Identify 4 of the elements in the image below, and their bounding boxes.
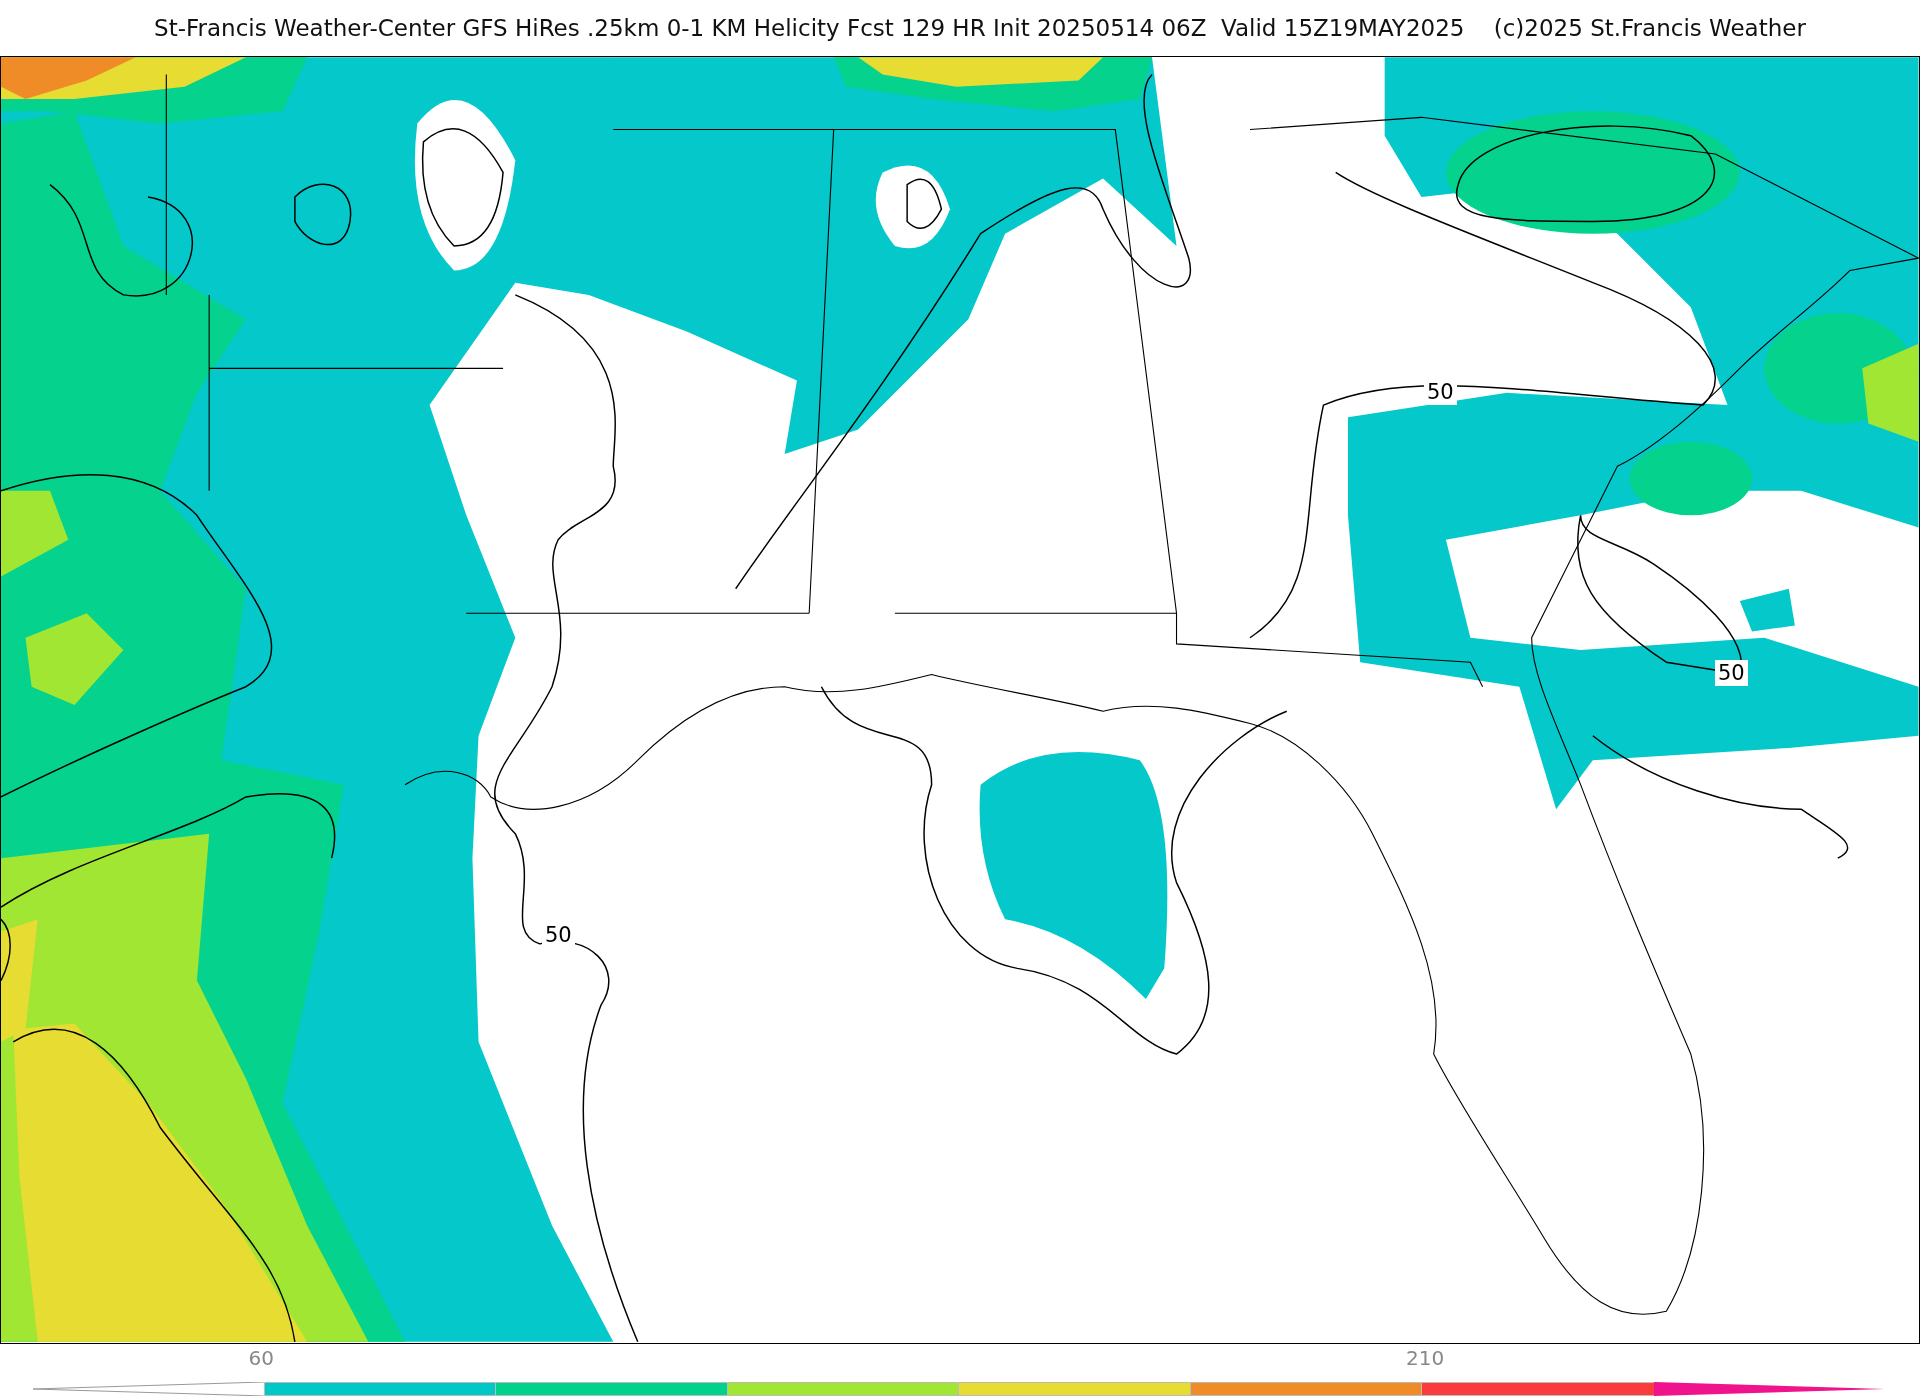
tick-label: 210 bbox=[1406, 1346, 1445, 1370]
contour-label: 50 bbox=[1715, 660, 1748, 686]
chart-title: St-Francis Weather-Center GFS HiRes .25km 0-1 KM Helicity Fcst 129 HR Init 20250514 06Z Valid 15Z19MAY2025 (c)2025 St.Francis Weather bbox=[153, 14, 1807, 43]
tick-label: 60 bbox=[248, 1346, 274, 1370]
